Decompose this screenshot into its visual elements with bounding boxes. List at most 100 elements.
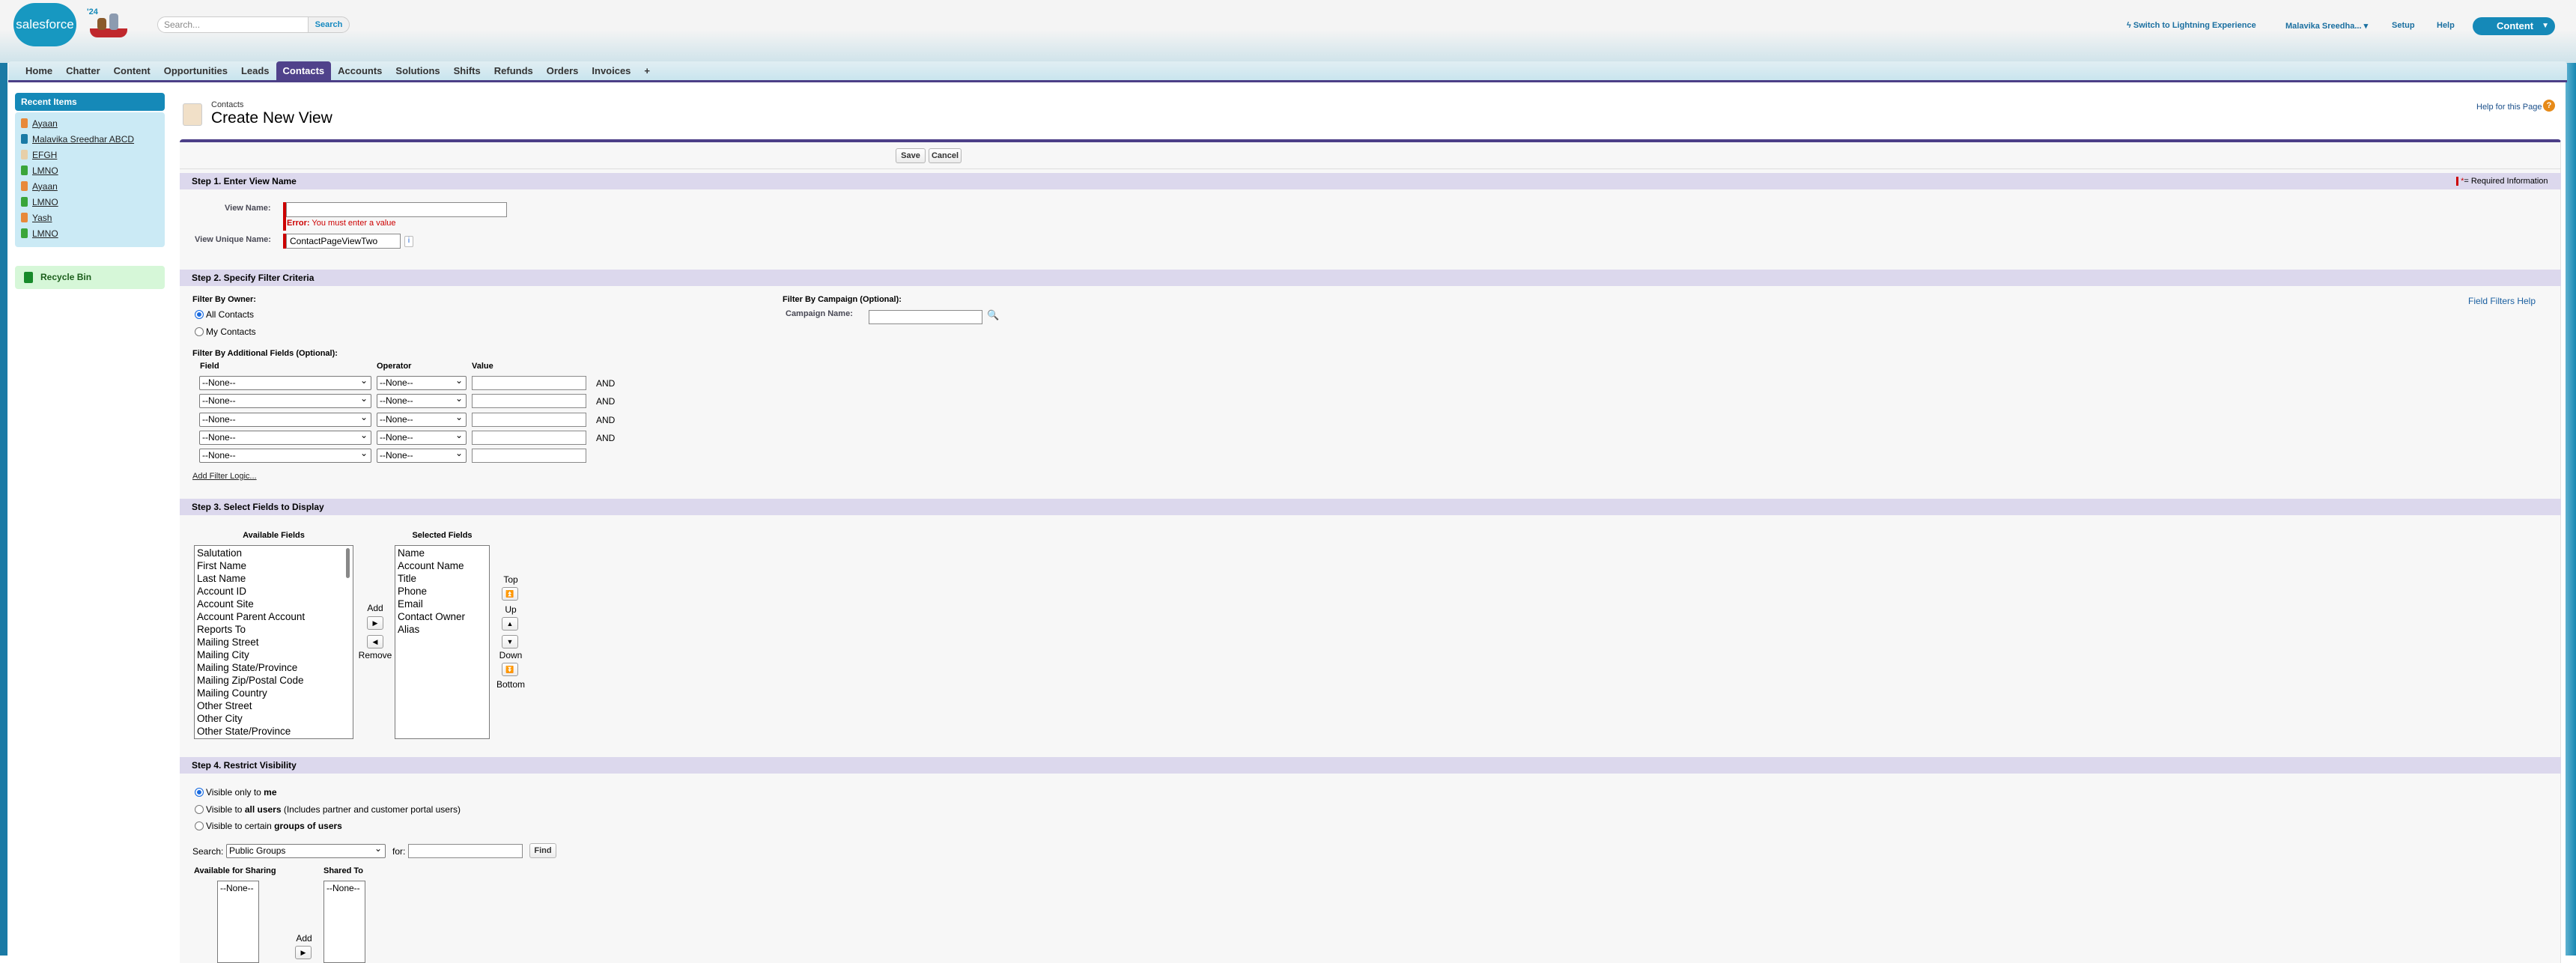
available-sharing-listbox[interactable]: --None--	[217, 881, 259, 963]
filter-operator-select[interactable]: --None--	[377, 429, 467, 445]
list-option[interactable]: Mailing State/Province	[197, 661, 350, 674]
list-option[interactable]: Mailing City	[197, 648, 350, 661]
help-icon[interactable]: ?	[2543, 100, 2555, 112]
switch-lightning-link[interactable]: ϟ Switch to Lightning Experience	[2127, 21, 2256, 30]
recent-item[interactable]: Ayaan	[15, 115, 165, 131]
visibility-option[interactable]: Visible to all users (Includes partner a…	[195, 804, 461, 815]
shared-to-listbox[interactable]: --None--	[323, 881, 365, 963]
filter-value-input[interactable]	[472, 376, 586, 390]
recent-item[interactable]: Ayaan	[15, 178, 165, 194]
list-option[interactable]: Contact Owner Alias	[398, 610, 487, 636]
lookup-icon[interactable]: 🔍	[987, 309, 999, 321]
list-option[interactable]: Mailing Country	[197, 687, 350, 699]
cancel-button[interactable]: Cancel	[929, 148, 962, 163]
add-field-button[interactable]: ▶	[367, 616, 383, 630]
scrollbar-thumb[interactable]	[346, 548, 350, 578]
list-option[interactable]: Title	[398, 572, 487, 585]
user-menu[interactable]: Malavika Sreedha... ▾	[2285, 21, 2368, 31]
filter-value-input[interactable]	[472, 412, 586, 427]
tab-solutions[interactable]: Solutions	[389, 61, 446, 80]
help-link[interactable]: Help	[2437, 21, 2455, 30]
list-option[interactable]: Mailing Zip/Postal Code	[197, 674, 350, 687]
tab-opportunities[interactable]: Opportunities	[157, 61, 234, 80]
find-button[interactable]: Find	[529, 843, 556, 858]
tab-invoices[interactable]: Invoices	[585, 61, 637, 80]
tab-chatter[interactable]: Chatter	[59, 61, 107, 80]
help-for-page-link[interactable]: Help for this Page	[2476, 103, 2542, 112]
recent-item-link[interactable]: Yash	[32, 213, 52, 223]
selected-fields-listbox[interactable]: Name Account Name Title Phone Email Contact O…	[395, 545, 490, 739]
list-option[interactable]: --None--	[220, 882, 256, 895]
save-button[interactable]: Save	[896, 148, 926, 163]
move-bottom-button[interactable]: ⏬	[502, 663, 518, 676]
list-option[interactable]: Account Site	[197, 598, 350, 610]
remove-field-button[interactable]: ◀	[367, 635, 383, 648]
list-option[interactable]: Other State/Province	[197, 725, 350, 738]
filter-field-select[interactable]: --None--	[199, 447, 371, 464]
move-up-button[interactable]: ▲	[502, 617, 518, 631]
filter-operator-select[interactable]: --None--	[377, 447, 467, 464]
list-option[interactable]: Other City	[197, 712, 350, 725]
recent-item-link[interactable]: Malavika Sreedhar ABCD	[32, 134, 134, 145]
list-option[interactable]: Name	[398, 547, 487, 559]
available-fields-listbox[interactable]: Salutation First Name Last Name Account ID A…	[194, 545, 353, 739]
recent-item[interactable]: Malavika Sreedhar ABCD	[15, 131, 165, 147]
tab-refunds[interactable]: Refunds	[487, 61, 540, 80]
tab-accounts[interactable]: Accounts	[331, 61, 389, 80]
filter-field-select[interactable]: --None--	[199, 392, 371, 409]
radio-button[interactable]	[195, 804, 204, 814]
tab-shifts[interactable]: Shifts	[447, 61, 487, 80]
info-icon[interactable]: i	[404, 236, 413, 247]
tab-content[interactable]: Content	[107, 61, 157, 80]
recycle-bin-link[interactable]: Recycle Bin	[15, 266, 165, 289]
tab-leads[interactable]: Leads	[234, 61, 276, 80]
salesforce-logo[interactable]: salesforce	[13, 3, 76, 46]
list-option[interactable]: Last Name	[197, 572, 350, 585]
tab-home[interactable]: Home	[19, 61, 59, 80]
list-option[interactable]: Mailing Street	[197, 636, 350, 648]
filter-operator-select[interactable]: --None--	[377, 392, 467, 409]
filter-value-input[interactable]	[472, 394, 586, 409]
radio-button[interactable]	[195, 327, 204, 336]
list-option[interactable]: Account ID	[197, 585, 350, 598]
recent-item-link[interactable]: LMNO	[32, 197, 58, 207]
tab-orders[interactable]: Orders	[540, 61, 586, 80]
visibility-option[interactable]: Visible only to me	[195, 787, 277, 798]
list-option[interactable]: Account Name	[398, 559, 487, 572]
app-menu-button[interactable]: Content ▼	[2473, 17, 2555, 35]
recent-item[interactable]: LMNO	[15, 162, 165, 178]
recent-item[interactable]: LMNO	[15, 194, 165, 210]
list-option[interactable]: Account Parent Account	[197, 610, 350, 623]
radio-all-contacts[interactable]: All Contacts	[195, 309, 254, 320]
list-option[interactable]: Salutation	[197, 547, 350, 559]
recent-item-link[interactable]: Ayaan	[32, 118, 58, 129]
list-option[interactable]: First Name	[197, 559, 350, 572]
radio-button[interactable]	[195, 310, 204, 319]
tab-contacts[interactable]: Contacts	[276, 61, 332, 80]
group-search-input[interactable]	[408, 844, 523, 858]
search-type-select[interactable]: Public Groups	[226, 842, 386, 858]
share-add-button[interactable]: ▶	[295, 946, 312, 959]
filter-operator-select[interactable]: --None--	[377, 411, 467, 427]
list-option[interactable]: Reports To	[197, 623, 350, 636]
view-name-input[interactable]	[286, 202, 507, 217]
setup-link[interactable]: Setup	[2392, 21, 2415, 30]
filter-field-select[interactable]: --None--	[199, 429, 371, 445]
filter-field-select[interactable]: --None--	[199, 411, 371, 427]
campaign-name-input[interactable]	[869, 310, 982, 324]
recent-item-link[interactable]: LMNO	[32, 228, 58, 239]
radio-my-contacts[interactable]: My Contacts	[195, 326, 256, 337]
field-filters-help-link[interactable]: Field Filters Help	[2468, 296, 2536, 306]
recent-item[interactable]: LMNO	[15, 225, 165, 241]
recent-item-link[interactable]: EFGH	[32, 150, 57, 160]
recent-item-link[interactable]: LMNO	[32, 165, 58, 176]
list-option[interactable]: Other Street	[197, 699, 350, 712]
move-down-button[interactable]: ▼	[502, 635, 518, 648]
radio-button[interactable]	[195, 821, 204, 830]
search-button[interactable]: Search	[308, 16, 350, 33]
visibility-option[interactable]: Visible to certain groups of users	[195, 821, 342, 831]
view-unique-name-input[interactable]: ContactPageViewTwo	[286, 234, 401, 249]
list-option[interactable]: Email	[398, 598, 487, 610]
filter-field-select[interactable]: --None--	[199, 374, 371, 390]
radio-button[interactable]	[195, 788, 204, 797]
